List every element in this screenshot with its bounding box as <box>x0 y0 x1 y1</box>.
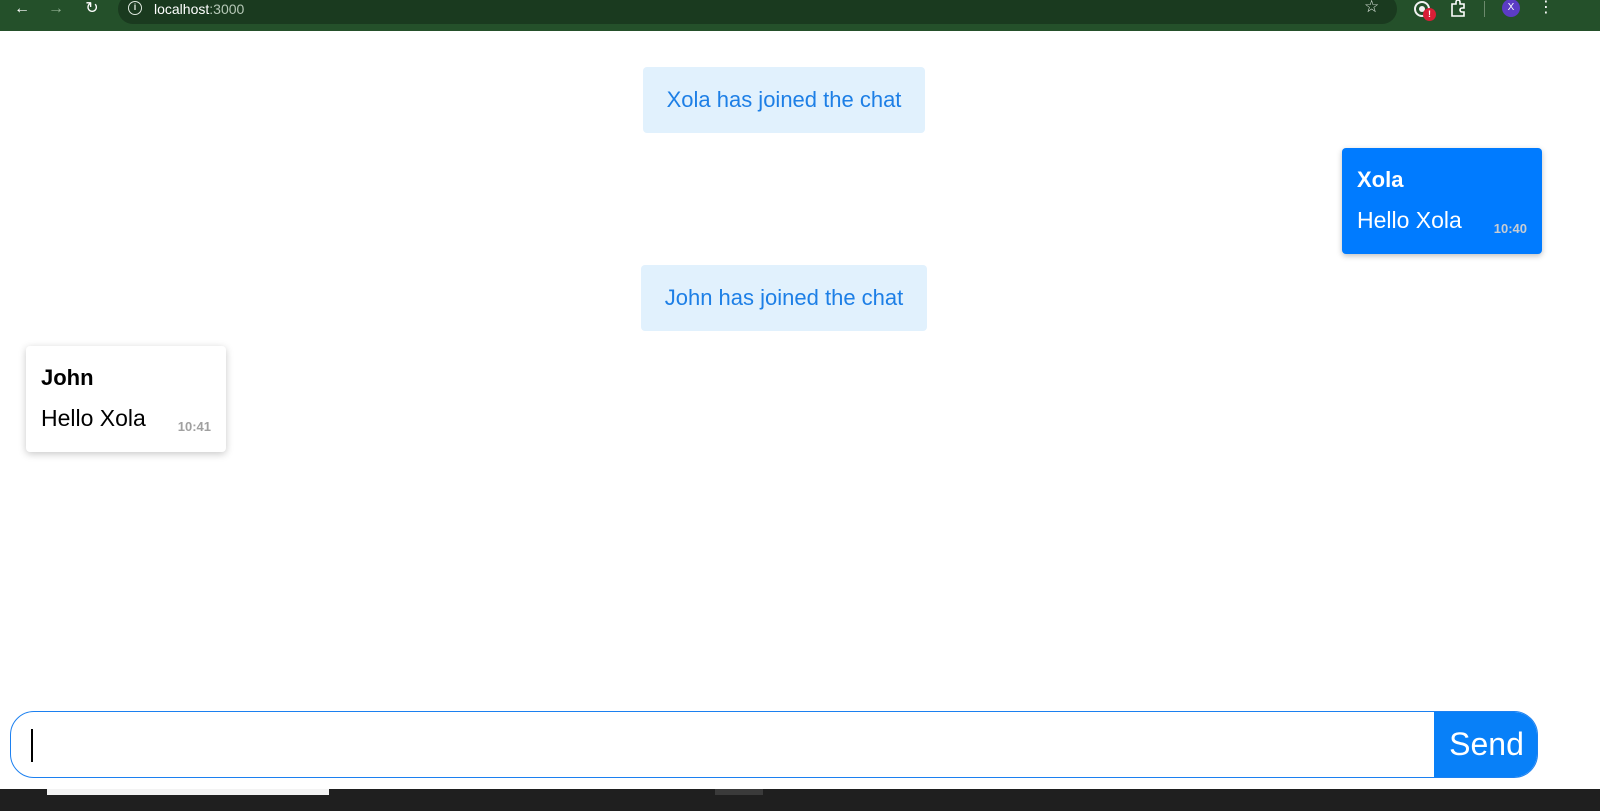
browser-menu-icon[interactable]: ⋮ <box>1538 0 1554 16</box>
system-message: Xola has joined the chat <box>643 67 925 133</box>
browser-toolbar: ← → ↻ i localhost:3000 ☆ ! X ⋮ <box>0 0 1600 31</box>
forward-arrow-icon[interactable]: → <box>47 0 65 18</box>
back-arrow-icon[interactable]: ← <box>13 0 31 18</box>
message-text: Hello Xola <box>41 405 146 431</box>
message-bubble-other: John Hello Xola 10:41 <box>26 346 226 452</box>
message-sender: John <box>41 365 94 390</box>
bookmark-star-icon[interactable]: ☆ <box>1364 0 1379 16</box>
text-caret <box>31 729 33 762</box>
extension-badge: ! <box>1423 8 1436 21</box>
message-input[interactable] <box>11 712 1434 777</box>
send-button[interactable]: Send <box>1434 712 1537 777</box>
taskbar-active-item[interactable] <box>715 789 763 795</box>
message-time: 10:41 <box>177 419 211 434</box>
reload-icon[interactable]: ↻ <box>83 0 101 18</box>
message-bubble-own: Xola Hello Xola 10:40 <box>1342 148 1542 254</box>
url-host: localhost <box>154 1 210 17</box>
taskbar-window-preview[interactable] <box>47 789 329 795</box>
message-composer: Send <box>10 711 1538 778</box>
site-info-icon[interactable]: i <box>128 1 142 15</box>
message-time: 10:40 <box>1493 221 1527 236</box>
chat-messages: Xola has joined the chat Xola Hello Xola… <box>0 31 1600 701</box>
address-bar[interactable]: i localhost:3000 ☆ <box>118 0 1397 24</box>
url-port: :3000 <box>209 1 245 17</box>
message-text: Hello Xola <box>1357 207 1462 233</box>
message-sender: Xola <box>1357 167 1404 192</box>
url-text[interactable]: localhost:3000 <box>154 1 244 17</box>
toolbar-separator <box>1484 1 1485 17</box>
extensions-puzzle-icon[interactable] <box>1449 0 1467 18</box>
os-taskbar <box>0 789 1600 811</box>
system-message: John has joined the chat <box>641 265 927 331</box>
profile-avatar[interactable]: X <box>1502 0 1520 17</box>
